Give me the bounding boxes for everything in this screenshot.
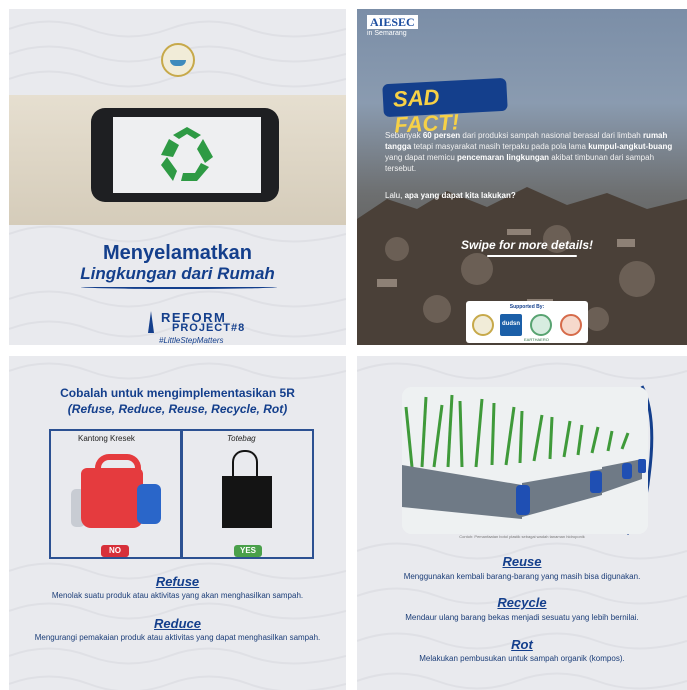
recycle-heading: Recycle <box>497 595 547 610</box>
hashtag: #LittleStepMatters <box>159 336 224 345</box>
reduce-heading: Reduce <box>154 616 201 631</box>
swipe-hint: Swipe for more details! <box>461 238 594 252</box>
sponsor-logo-earthaero <box>530 314 552 336</box>
cover-title-line1: Menyelamatkan <box>103 242 252 264</box>
sponsor-name: EARTHAERO <box>524 337 549 342</box>
aiesec-branch: in Semarang <box>367 30 407 37</box>
cover-title-line2: Lingkungan dari Rumah <box>80 264 275 283</box>
panel-5r-part2: Contoh: Pemanfaatan botol plastik sebaga… <box>357 356 687 690</box>
project-label: PROJECT#8 <box>172 322 246 334</box>
photo-caption: Contoh: Pemanfaatan botol plastik sebaga… <box>459 534 585 539</box>
fact-paragraph: Sebanyak 60 persen dari produksi sampah … <box>385 130 677 174</box>
col-label-totebag: Totebag <box>227 434 256 443</box>
hydroponic-bottle-photo <box>402 387 648 534</box>
panel-cover: Menyelamatkan Lingkungan dari Rumah REFO… <box>9 9 346 345</box>
plant-bottles-image <box>402 387 648 534</box>
reduce-description: Mengurangi pemakaian produk atau aktivit… <box>34 633 321 642</box>
aiesec-logo: AIESEC <box>367 15 418 29</box>
question-prefix: Lalu, <box>385 191 405 200</box>
no-badge: NO <box>101 545 129 557</box>
recycle-description: Mendaur ulang barang bekas menjadi sesua… <box>405 613 639 622</box>
section-title: Cobalah untuk mengimplementasikan 5R <box>60 386 295 400</box>
sponsor-logo-four <box>560 314 582 336</box>
sponsor-logo-reform <box>472 314 494 336</box>
refuse-heading: Refuse <box>155 574 200 589</box>
yes-badge: YES <box>234 545 262 557</box>
fact-highlight: pencemaran lingkungan <box>457 153 550 162</box>
section-subtitle: (Refuse, Reduce, Reuse, Recycle, Rot) <box>67 402 288 416</box>
rot-description: Melakukan pembusukan untuk sampah organi… <box>419 654 625 663</box>
phone-image <box>91 108 279 202</box>
tote-bag-image <box>222 450 272 528</box>
title-underline <box>81 285 277 289</box>
project-logo <box>161 43 195 77</box>
sponsor-name: dudsn <box>502 321 520 327</box>
refuse-description: Menolak suatu produk atau aktivitas yang… <box>51 591 304 600</box>
fact-text: Sebanyak <box>385 131 423 140</box>
col-label-kantong: Kantong Kresek <box>78 434 135 443</box>
tower-icon <box>148 311 154 333</box>
fact-highlight: 60 persen <box>422 131 461 140</box>
supported-by-label: Supported By: <box>509 304 545 310</box>
swipe-underline <box>487 255 577 257</box>
fact-text: yang dapat memicu <box>385 153 458 162</box>
sponsor-logo-dudsn: dudsn <box>500 314 522 336</box>
plastic-bag-blue <box>137 484 161 524</box>
question-text: Lalu, apa yang dapat kita lakukan? <box>385 191 516 200</box>
question-bold: apa yang dapat kita lakukan? <box>404 191 516 200</box>
reuse-description: Menggunakan kembali barang-barang yang m… <box>403 572 641 581</box>
rot-heading: Rot <box>511 637 533 652</box>
panel-sad-fact: AIESEC in Semarang SAD FACT! Sebanyak 60… <box>357 9 687 345</box>
reuse-heading: Reuse <box>502 554 542 569</box>
plastic-bag-red <box>81 454 143 528</box>
fact-text: dari produksi sampah nasional berasal da… <box>460 131 643 140</box>
fact-highlight: kumpul-angkut-buang <box>588 142 673 151</box>
phone-screen <box>113 117 261 193</box>
collage: Menyelamatkan Lingkungan dari Rumah REFO… <box>0 0 687 690</box>
panel-5r-part1: Cobalah untuk mengimplementasikan 5R (Re… <box>9 356 346 690</box>
sponsor-box: Supported By: dudsn EARTHAERO <box>466 301 588 343</box>
fact-text: tetapi masyarakat masih terpaku pada pol… <box>411 142 589 151</box>
recycle-icon <box>161 127 213 181</box>
sad-fact-badge: SAD FACT! <box>382 77 508 138</box>
